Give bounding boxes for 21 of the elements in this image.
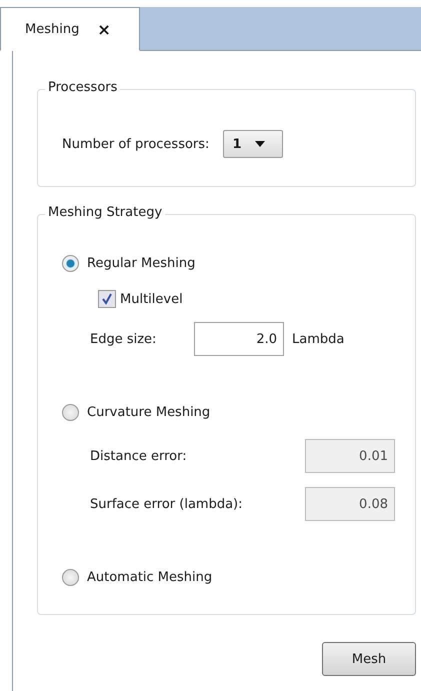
processors-dropdown[interactable]: 1 <box>223 130 284 158</box>
field-label: Surface error (lambda): <box>90 496 244 512</box>
field-label: Number of processors: <box>62 136 210 152</box>
field-label: Edge size: <box>90 332 158 346</box>
radio-button[interactable] <box>62 404 79 421</box>
radio-button[interactable] <box>62 569 79 586</box>
radio-label[interactable]: Regular Meshing <box>87 256 196 271</box>
unit-label: Lambda <box>292 332 344 346</box>
tab-label: Meshing <box>25 22 80 36</box>
input-field[interactable]: 2.0 <box>194 322 284 356</box>
group-title: Meshing Strategy <box>45 205 166 220</box>
radio-label[interactable]: Automatic Meshing <box>87 570 212 585</box>
close-icon[interactable]: × <box>97 20 111 38</box>
radio-button[interactable] <box>62 255 79 272</box>
checkbox[interactable] <box>98 290 116 308</box>
mesh-button[interactable]: Mesh <box>322 642 416 676</box>
radio-label[interactable]: Curvature Meshing <box>87 405 210 420</box>
caret-icon <box>255 141 266 147</box>
tab[interactable]: Meshing × <box>0 7 140 51</box>
checkbox-label[interactable]: Multilevel <box>120 292 183 306</box>
field-label: Distance error: <box>90 448 188 464</box>
